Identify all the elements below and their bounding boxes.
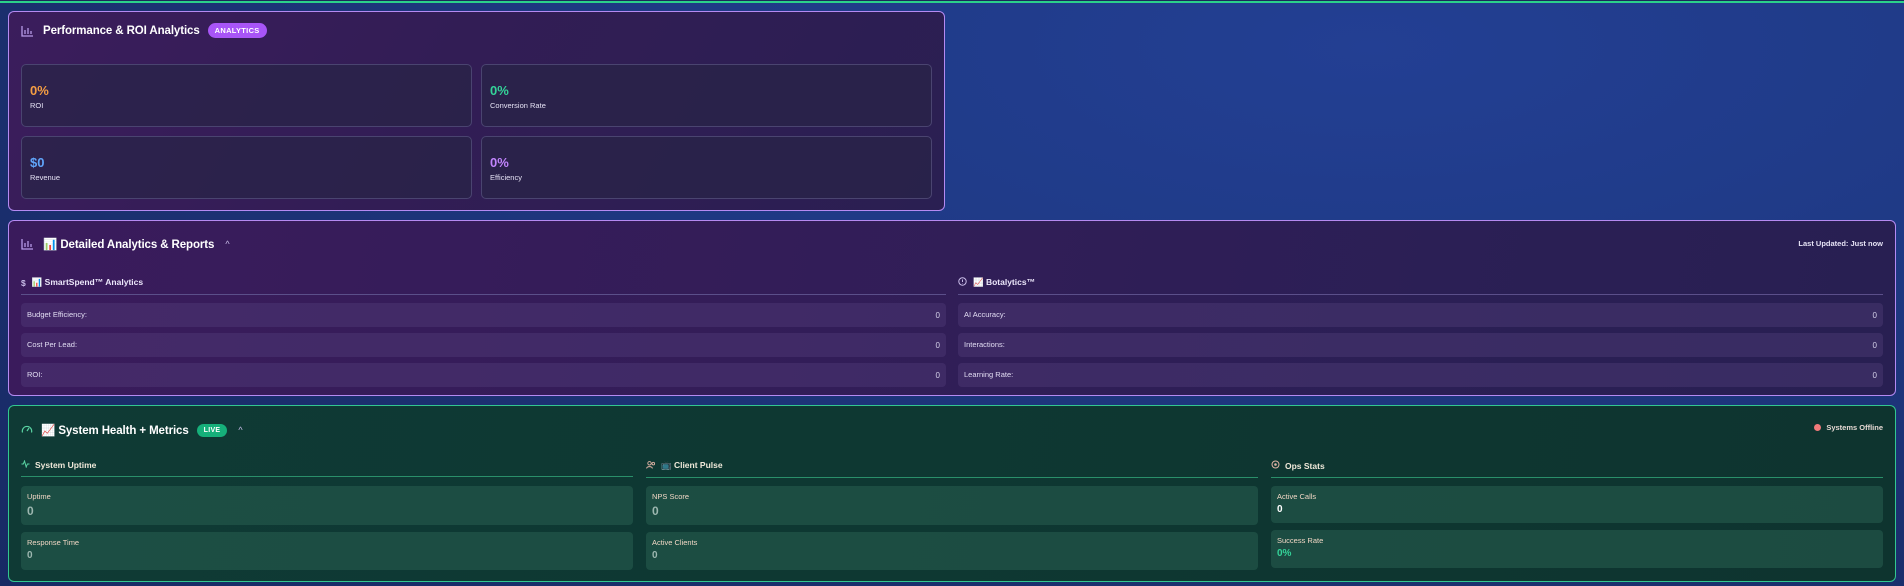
budget-efficiency-label: Budget Efficiency: [27, 310, 87, 319]
efficiency-tile: 0% Efficiency [481, 136, 932, 199]
uptime-label: Uptime [27, 492, 51, 501]
learning-rate-value: 0 [1872, 371, 1877, 380]
roi-row-label: ROI: [27, 370, 43, 379]
roi-tile: 0% ROI [21, 64, 472, 127]
performance-roi-panel: Performance & ROI Analytics ANALYTICS 0%… [8, 11, 945, 211]
bot-icon [958, 277, 967, 288]
bar-chart-icon [21, 25, 35, 37]
last-updated-text: Last Updated: Just now [1798, 239, 1883, 248]
response-time-label: Response Time [27, 538, 80, 547]
active-clients-card: Active Clients 0 [646, 532, 1258, 570]
botalytics-title: 📈 Botalytics™ [973, 277, 1036, 287]
active-clients-label: Active Clients [652, 538, 698, 547]
system-health-panel: 📈 System Health + Metrics LIVE ^ Systems… [8, 405, 1896, 582]
system-status: Systems Offline [1814, 423, 1883, 432]
active-clients-value: 0 [652, 550, 658, 561]
active-calls-card: Active Calls 0 [1271, 486, 1883, 523]
status-text: Systems Offline [1826, 423, 1883, 432]
learning-rate-label: Learning Rate: [964, 370, 1014, 379]
cost-per-lead-label: Cost Per Lead: [27, 340, 78, 349]
success-rate-value: 0% [1277, 548, 1292, 559]
cost-per-lead-value: 0 [935, 341, 940, 350]
list-item: Interactions: 0 [958, 333, 1883, 357]
bar-chart-icon [21, 238, 35, 250]
ai-accuracy-value: 0 [1872, 311, 1877, 320]
client-pulse-header: 📺 Client Pulse [646, 460, 1258, 478]
detailed-analytics-title: 📊 Detailed Analytics & Reports [43, 239, 215, 251]
success-rate-label: Success Rate [1277, 536, 1324, 545]
list-item: Budget Efficiency: 0 [21, 303, 946, 327]
uptime-card: Uptime 0 [21, 486, 633, 525]
roi-row-value: 0 [935, 371, 940, 380]
list-item: Learning Rate: 0 [958, 363, 1883, 387]
interactions-label: Interactions: [964, 340, 1005, 349]
budget-efficiency-value: 0 [935, 311, 940, 320]
active-calls-label: Active Calls [1277, 492, 1317, 501]
conversion-rate-label: Conversion Rate [490, 101, 546, 110]
gauge-icon [21, 421, 33, 439]
success-rate-card: Success Rate 0% [1271, 530, 1883, 568]
revenue-label: Revenue [30, 173, 61, 182]
efficiency-label: Efficiency [490, 173, 522, 182]
detailed-analytics-panel: 📊 Detailed Analytics & Reports ^ Last Up… [8, 220, 1896, 396]
smartspend-title: 📊 SmartSpend™ Analytics [31, 277, 144, 287]
botalytics-header: 📈 Botalytics™ [958, 277, 1883, 295]
analytics-badge: ANALYTICS [207, 23, 267, 38]
nps-score-card: NPS Score 0 [646, 486, 1258, 525]
dollar-icon: $ [21, 277, 26, 288]
efficiency-value: 0% [490, 155, 509, 170]
interactions-value: 0 [1872, 341, 1877, 350]
performance-title: Performance & ROI Analytics [43, 24, 200, 37]
system-uptime-title: System Uptime [35, 460, 97, 470]
conversion-rate-tile: 0% Conversion Rate [481, 64, 932, 127]
response-time-card: Response Time 0 [21, 532, 633, 570]
live-badge: LIVE [196, 423, 228, 437]
ops-stats-header: Ops Stats [1271, 460, 1883, 478]
smartspend-header: $ 📊 SmartSpend™ Analytics [21, 277, 946, 295]
revenue-value: $0 [30, 155, 45, 170]
collapse-chevron-icon[interactable]: ^ [225, 239, 229, 249]
response-time-value: 0 [27, 550, 33, 561]
client-pulse-title: 📺 Client Pulse [661, 460, 723, 470]
nps-score-value: 0 [652, 504, 659, 518]
list-item: AI Accuracy: 0 [958, 303, 1883, 327]
revenue-tile: $0 Revenue [21, 136, 472, 199]
list-item: ROI: 0 [21, 363, 946, 387]
conversion-rate-value: 0% [490, 83, 509, 98]
uptime-value: 0 [27, 504, 34, 518]
roi-value: 0% [30, 83, 49, 98]
users-icon [646, 460, 656, 471]
system-uptime-header: System Uptime [21, 459, 633, 477]
collapse-chevron-icon[interactable]: ^ [238, 425, 242, 435]
list-item: Cost Per Lead: 0 [21, 333, 946, 357]
nps-score-label: NPS Score [652, 492, 690, 501]
ops-stats-title: Ops Stats [1285, 460, 1325, 471]
performance-header: Performance & ROI Analytics ANALYTICS [21, 23, 267, 38]
activity-icon [21, 459, 30, 470]
status-dot-icon [1814, 424, 1822, 431]
top-panel-edge [0, 0, 1904, 3]
active-calls-value: 0 [1277, 504, 1283, 515]
ai-accuracy-label: AI Accuracy: [964, 310, 1006, 319]
settings-icon [1271, 460, 1280, 471]
roi-label: ROI [30, 101, 44, 110]
system-health-header[interactable]: 📈 System Health + Metrics LIVE ^ [21, 421, 243, 439]
detailed-analytics-header[interactable]: 📊 Detailed Analytics & Reports ^ [21, 237, 230, 251]
system-health-title: 📈 System Health + Metrics [41, 425, 189, 437]
